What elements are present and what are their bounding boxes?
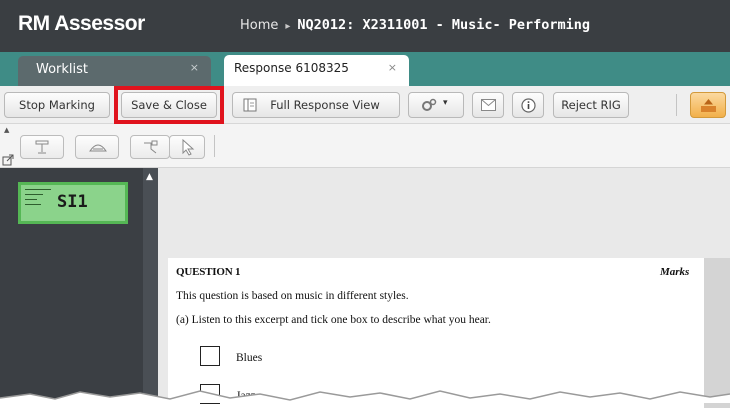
info-icon bbox=[521, 98, 536, 113]
close-icon[interactable]: × bbox=[190, 61, 199, 74]
app-logo: RM Assessor bbox=[18, 12, 145, 35]
tab-worklist[interactable]: Worklist × bbox=[18, 56, 211, 86]
scroll-up-icon[interactable]: ▲ bbox=[146, 172, 153, 182]
info-button[interactable] bbox=[512, 92, 544, 118]
option-checkbox[interactable] bbox=[200, 346, 220, 366]
full-response-view-button[interactable]: Full Response View bbox=[232, 92, 400, 118]
thumbnail-text-lines bbox=[25, 189, 51, 209]
option-label: Blues bbox=[236, 352, 263, 364]
submit-button[interactable] bbox=[690, 92, 726, 118]
viewer-scrollbar[interactable] bbox=[704, 258, 730, 408]
navigator-scrollbar[interactable] bbox=[143, 168, 158, 403]
chevron-down-icon: ▾ bbox=[443, 98, 448, 108]
stamp-tool-button[interactable] bbox=[20, 135, 64, 159]
highlighter-tool-button[interactable] bbox=[75, 135, 119, 159]
tab-worklist-label: Worklist bbox=[36, 62, 89, 77]
stamp-icon bbox=[35, 140, 49, 154]
tab-response[interactable]: Response 6108325 × bbox=[224, 55, 409, 86]
breadcrumb-home[interactable]: Home bbox=[240, 18, 278, 33]
marker-icon bbox=[89, 144, 107, 152]
breadcrumb-current: NQ2012: X2311001 - Music- Performing bbox=[297, 17, 591, 33]
reject-rig-button[interactable]: Reject RIG bbox=[553, 92, 629, 118]
thumbnail-label: SI1 bbox=[57, 192, 88, 212]
annotation-tool-button[interactable] bbox=[130, 135, 170, 159]
tab-response-label: Response 6108325 bbox=[234, 61, 349, 75]
toolbar-divider bbox=[676, 94, 677, 116]
close-icon[interactable]: × bbox=[388, 61, 397, 74]
scanned-page[interactable] bbox=[168, 258, 704, 408]
upload-icon bbox=[701, 99, 716, 112]
breadcrumb-separator-icon: ▸ bbox=[285, 21, 291, 32]
marks-label: Marks bbox=[660, 266, 690, 278]
cursor-arrow-icon bbox=[182, 139, 195, 156]
annotation-icon bbox=[144, 140, 158, 154]
question-intro: This question is based on music in diffe… bbox=[176, 290, 409, 302]
collapse-arrow-icon[interactable]: ▲ bbox=[4, 126, 9, 134]
full-response-view-label: Full Response View bbox=[270, 98, 380, 112]
question-part-a: (a) Listen to this excerpt and tick one … bbox=[176, 314, 491, 326]
question-title: QUESTION 1 bbox=[176, 266, 241, 278]
select-tool-button[interactable] bbox=[169, 135, 205, 159]
toolbar-divider bbox=[214, 135, 215, 157]
document-view-icon bbox=[243, 98, 257, 112]
breadcrumb: Home ▸ NQ2012: X2311001 - Music- Performin… bbox=[240, 17, 590, 33]
popout-icon[interactable] bbox=[2, 154, 14, 166]
message-button[interactable] bbox=[472, 92, 504, 118]
gear-icon bbox=[422, 98, 437, 111]
settings-dropdown-button[interactable]: ▾ bbox=[408, 92, 464, 118]
highlight-box bbox=[114, 86, 224, 124]
envelope-icon bbox=[481, 99, 496, 111]
torn-edge bbox=[0, 390, 730, 403]
stop-marking-button[interactable]: Stop Marking bbox=[4, 92, 110, 118]
page-thumbnail[interactable]: SI1 bbox=[18, 182, 128, 224]
